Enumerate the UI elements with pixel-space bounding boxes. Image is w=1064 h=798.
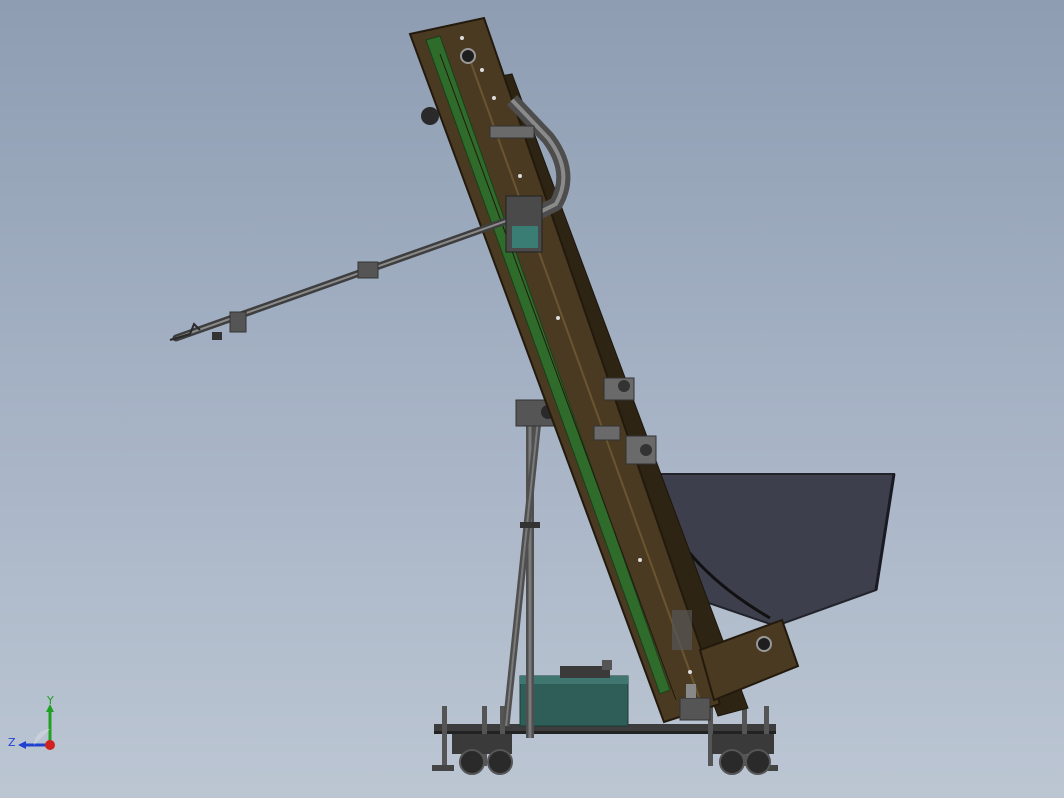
triad-y-label: Y <box>46 696 54 707</box>
triad-z-axis: Z <box>8 736 50 749</box>
conveyor-model[interactable] <box>0 0 1064 798</box>
triad-x-axis <box>34 729 55 750</box>
caster-wheels <box>452 734 774 775</box>
triad-y-axis: Y <box>46 696 54 745</box>
conveyor-frame <box>408 16 749 724</box>
control-box <box>519 660 629 727</box>
cad-viewport[interactable]: Y Z <box>0 0 1064 798</box>
coordinate-triad: Y Z <box>8 696 55 750</box>
triad-z-label: Z <box>8 736 16 749</box>
